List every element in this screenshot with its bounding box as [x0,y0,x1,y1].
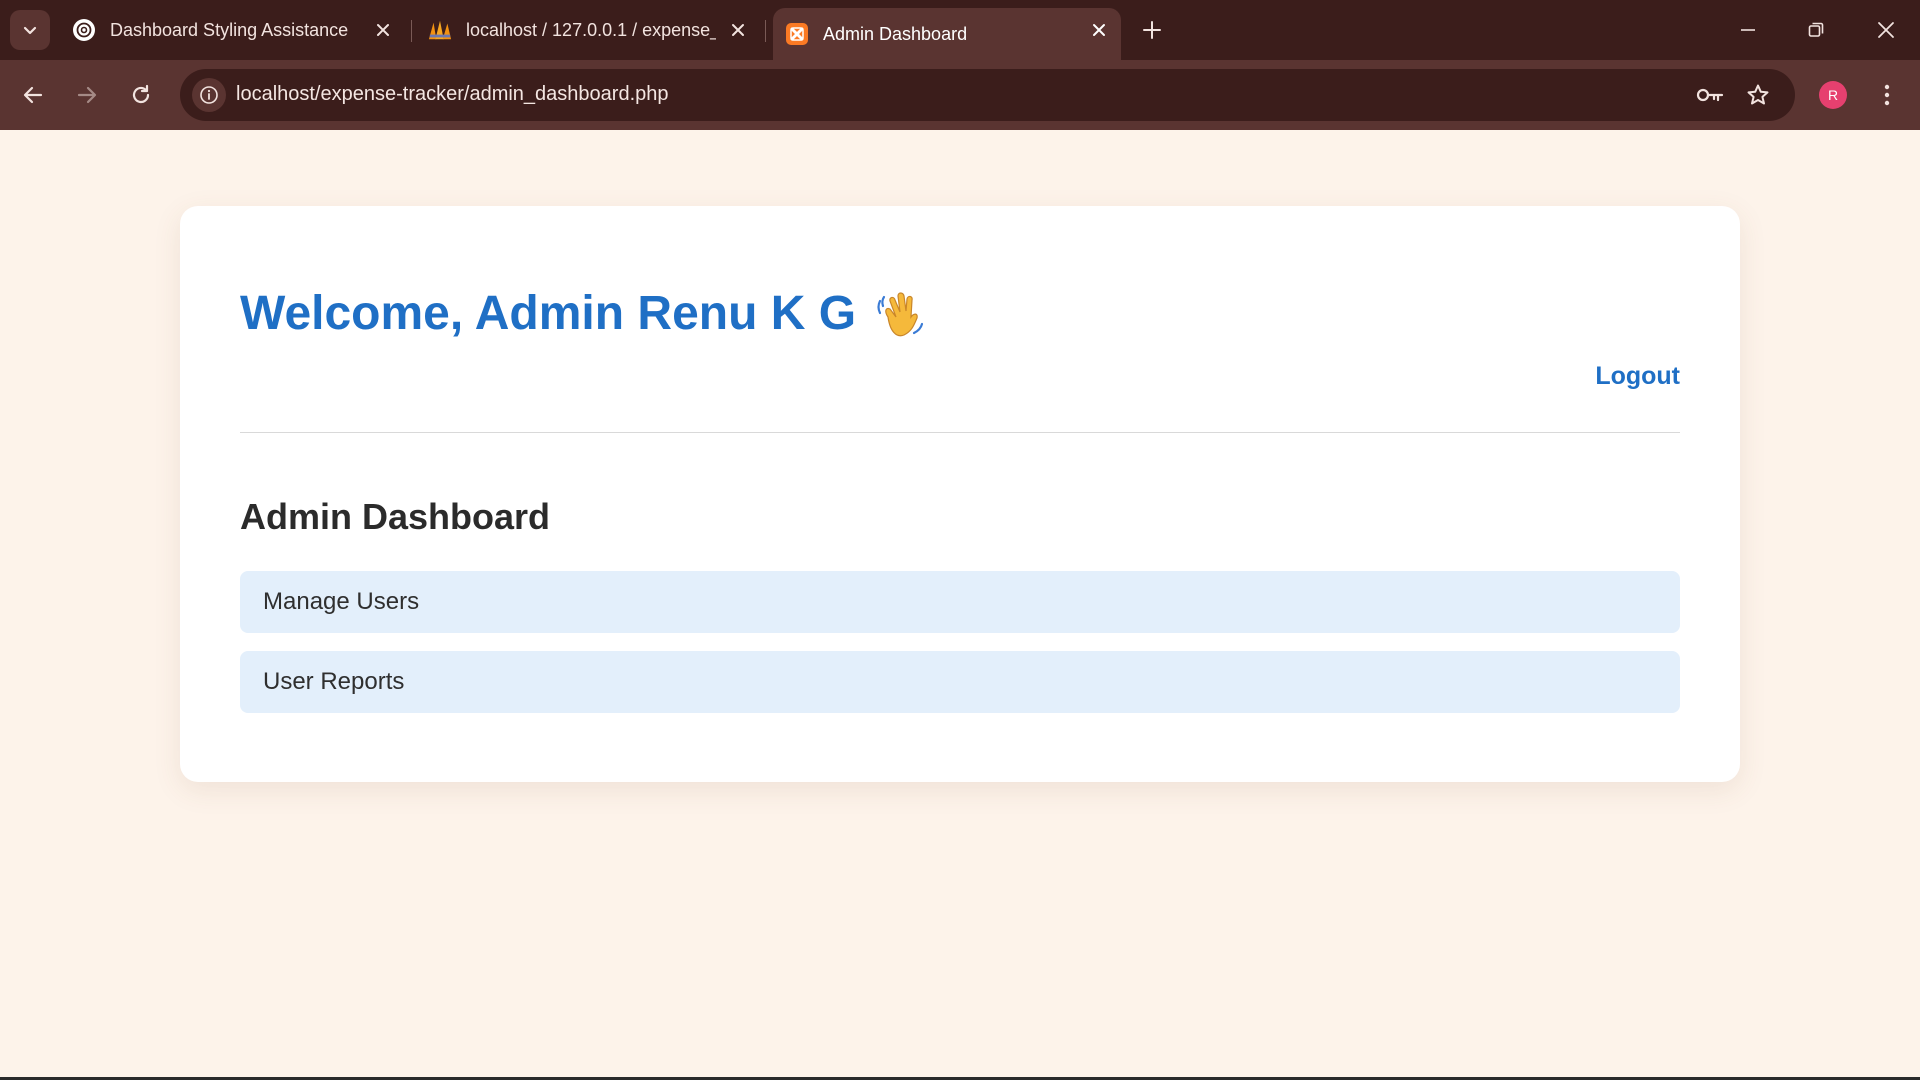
reload-button[interactable] [121,75,161,115]
new-tab-button[interactable] [1136,14,1168,46]
logout-link[interactable]: Logout [1595,362,1680,391]
site-info-button[interactable] [192,78,226,112]
tab-dashboard-styling[interactable]: Dashboard Styling Assistance [60,8,405,52]
welcome-text: Welcome, Admin Renu K G [240,287,857,340]
tab-separator [411,20,412,42]
tab-search-button[interactable] [10,10,50,50]
password-key-button[interactable] [1694,79,1726,111]
waving-hand-icon [877,291,924,336]
forward-button[interactable] [67,75,107,115]
address-bar[interactable]: localhost/expense-tracker/admin_dashboar… [180,69,1795,121]
star-icon [1747,84,1769,105]
arrow-right-icon [77,86,97,104]
restore-icon [1808,22,1824,37]
arrow-left-icon [23,86,43,104]
back-button[interactable] [13,75,53,115]
browser-toolbar: localhost/expense-tracker/admin_dashboar… [0,60,1920,130]
tab-admin-dashboard[interactable]: Admin Dashboard [773,8,1121,60]
profile-avatar[interactable]: R [1819,81,1847,109]
reload-icon [132,84,150,104]
section-title: Admin Dashboard [240,496,551,537]
dashboard-card: Welcome, Admin Renu K G Logout Admin Das… [180,206,1740,782]
info-icon [200,86,218,104]
url-text[interactable]: localhost/expense-tracker/admin_dashboar… [236,83,669,106]
chatgpt-icon [72,18,96,42]
close-icon [1878,22,1894,38]
chevron-down-icon [23,26,37,35]
browser-menu-button[interactable] [1872,75,1902,115]
divider [240,432,1680,433]
close-icon[interactable] [728,20,748,40]
bookmark-button[interactable] [1742,79,1774,111]
welcome-heading: Welcome, Admin Renu K G [240,286,928,341]
tab-title: Dashboard Styling Assistance [110,19,349,40]
more-vertical-icon [1884,84,1890,106]
key-icon [1696,88,1724,102]
close-window-button[interactable] [1870,14,1902,46]
phpmyadmin-icon [428,18,452,42]
tab-phpmyadmin[interactable]: localhost / 127.0.0.1 / expense_ [416,8,760,52]
restore-button[interactable] [1800,14,1832,46]
xampp-icon [785,22,809,46]
tab-separator [765,20,766,42]
manage-users-link[interactable]: Manage Users [240,571,1680,633]
tab-title: localhost / 127.0.0.1 / expense_ [466,19,716,40]
minimize-icon [1741,29,1755,31]
minimize-button[interactable] [1732,14,1764,46]
user-reports-link[interactable]: User Reports [240,651,1680,713]
close-icon[interactable] [373,20,393,40]
tab-title: Admin Dashboard [823,23,968,44]
plus-icon [1143,21,1161,39]
tab-strip: Dashboard Styling Assistance localhost /… [0,0,1920,60]
close-icon[interactable] [1089,20,1109,40]
